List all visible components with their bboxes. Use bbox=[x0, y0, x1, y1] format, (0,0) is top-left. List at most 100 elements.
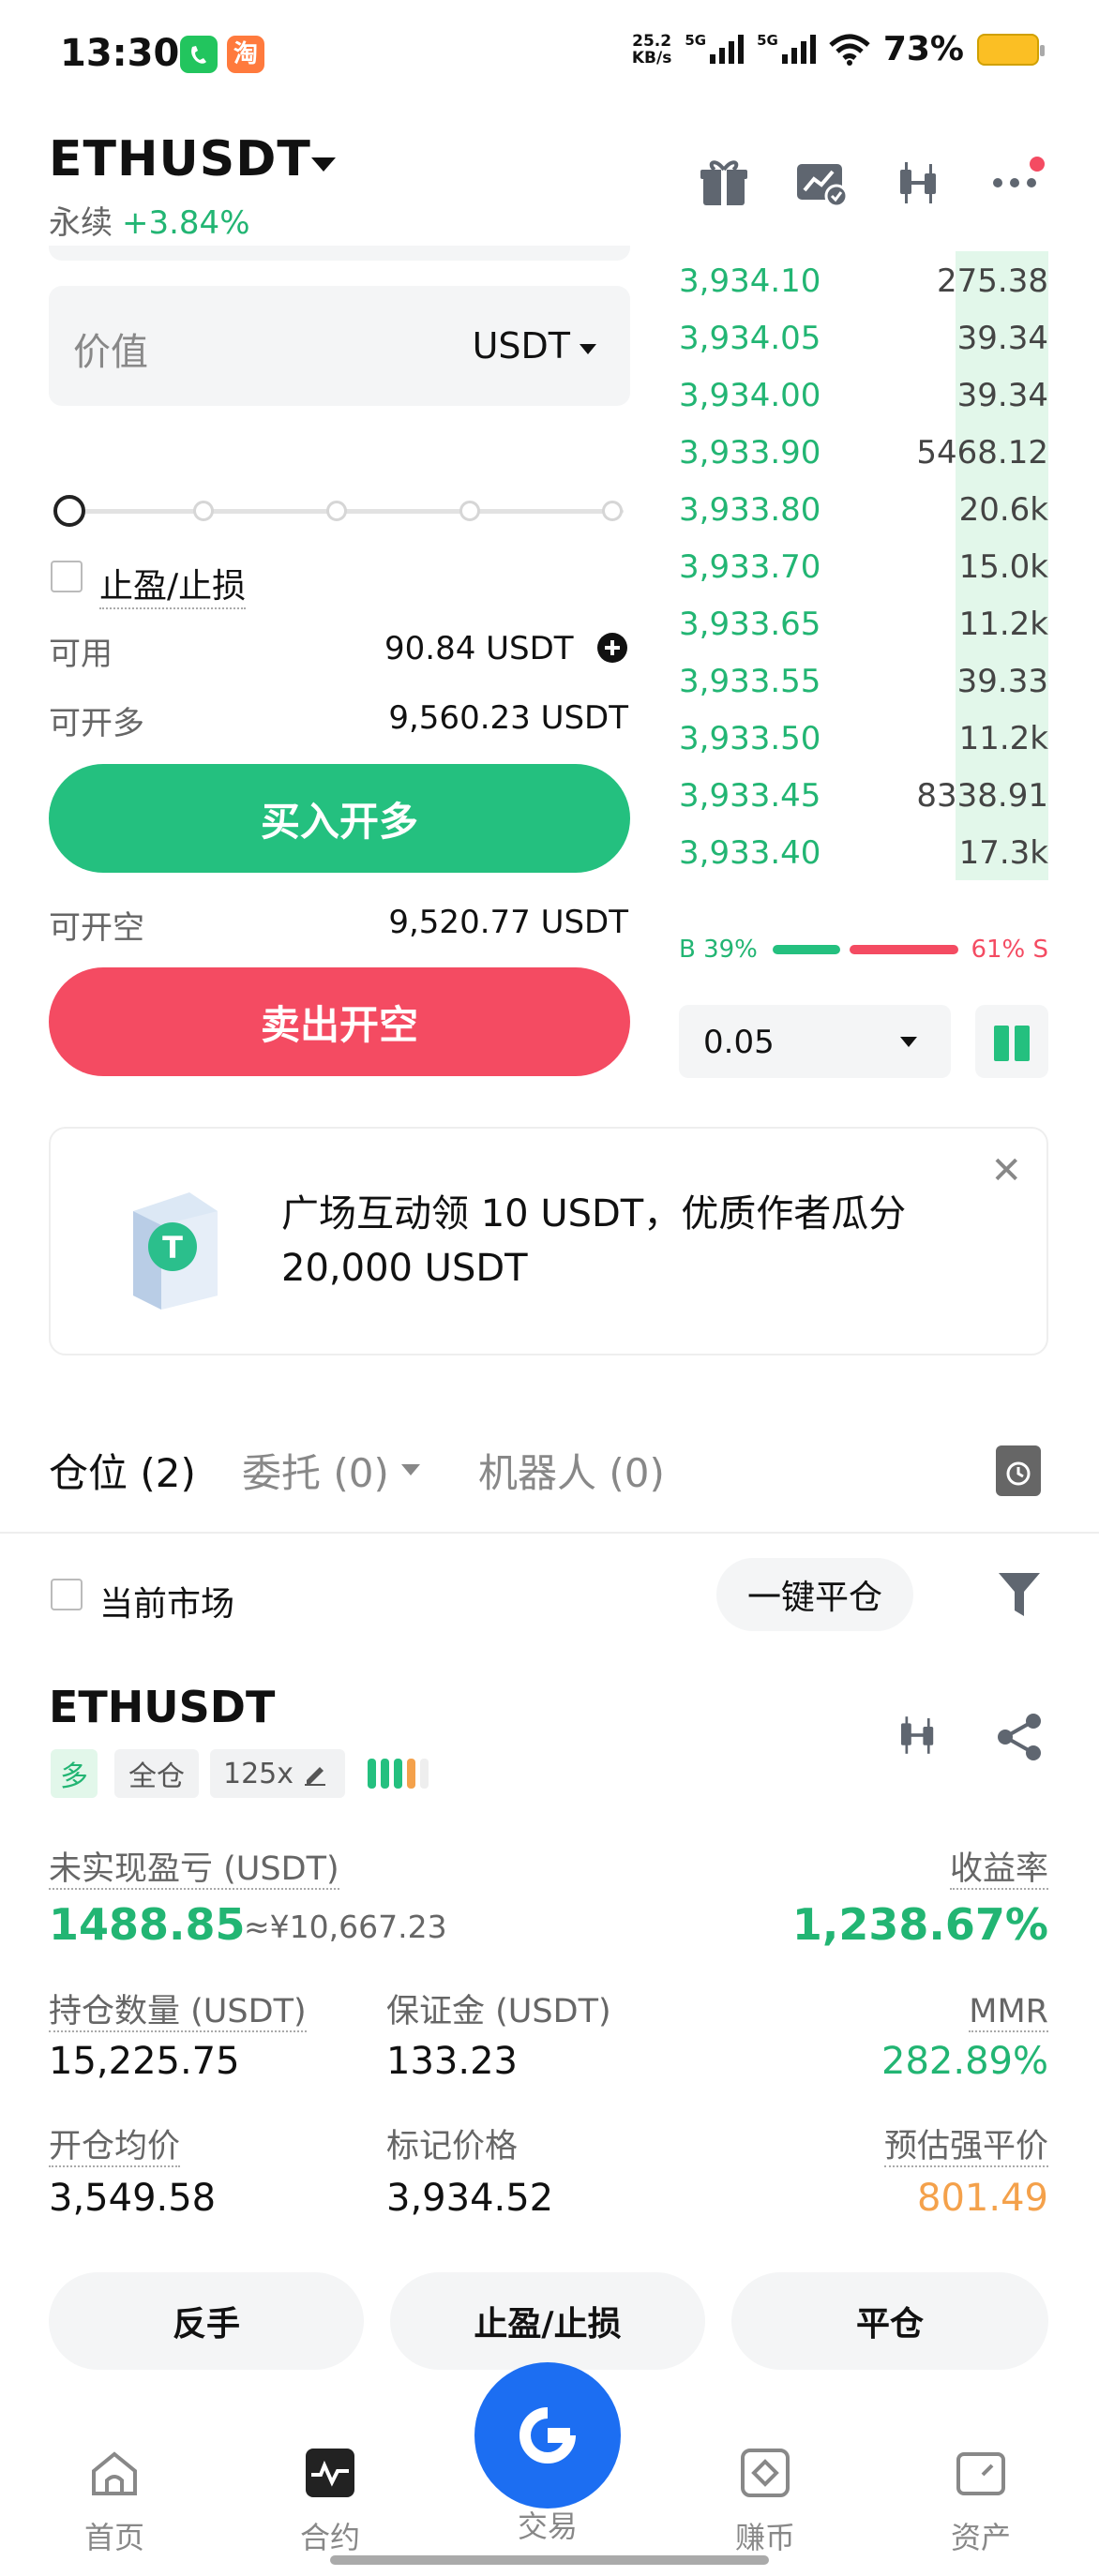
signal-1-icon: 5G bbox=[685, 32, 745, 64]
home-indicator bbox=[330, 2555, 769, 2565]
nav-futures[interactable]: 合约 bbox=[274, 2447, 386, 2557]
chart-settings-icon[interactable] bbox=[793, 155, 850, 211]
home-icon bbox=[92, 2451, 137, 2495]
caret-down-icon[interactable] bbox=[311, 157, 336, 172]
order-book-row[interactable]: 3,933.45 8338.91 bbox=[679, 766, 1048, 823]
promo-text: 广场互动领 10 USDT，优质作者瓜分 20,000 USDT bbox=[281, 1192, 907, 1290]
history-icon[interactable] bbox=[996, 1445, 1041, 1496]
net-speed-unit: KB/s bbox=[631, 48, 672, 67]
status-bar: 13:30 淘 25.2 KB/s 5G 5G 73% bbox=[0, 0, 1099, 108]
close-icon[interactable]: ✕ bbox=[990, 1149, 1022, 1192]
unit-selector[interactable]: USDT bbox=[473, 325, 570, 367]
ask-price: 3,933.55 bbox=[679, 663, 821, 700]
order-book-row[interactable]: 3,933.50 11.2k bbox=[679, 709, 1048, 766]
nav-earn[interactable]: 赚币 bbox=[709, 2447, 821, 2557]
wallet-icon bbox=[956, 2452, 1005, 2495]
ask-price: 3,933.50 bbox=[679, 720, 821, 757]
close-position-button[interactable]: 平仓 bbox=[731, 2272, 1048, 2370]
buy-ratio-bar bbox=[773, 945, 840, 954]
value-input[interactable]: 价值 USDT bbox=[49, 286, 630, 406]
caret-down-icon[interactable] bbox=[580, 344, 596, 354]
slider-handle[interactable] bbox=[53, 495, 85, 527]
nav-assets[interactable]: 资产 bbox=[925, 2447, 1037, 2557]
net-speed: 25.2 KB/s bbox=[632, 33, 671, 67]
order-book-row[interactable]: 3,933.55 39.33 bbox=[679, 651, 1048, 709]
order-book-row[interactable]: 3,934.10 275.38 bbox=[679, 251, 1048, 308]
amount-slider[interactable] bbox=[53, 495, 624, 527]
slider-stop-100[interactable] bbox=[602, 501, 623, 521]
slider-stop-25[interactable] bbox=[193, 501, 214, 521]
open-short-value: 9,520.77 USDT bbox=[388, 904, 628, 941]
taobao-icon: 淘 bbox=[227, 36, 264, 73]
status-time: 13:30 bbox=[60, 32, 180, 75]
reverse-button[interactable]: 反手 bbox=[49, 2272, 364, 2370]
nav-home-label: 首页 bbox=[83, 2520, 144, 2555]
pair-selector[interactable]: ETHUSDT bbox=[49, 131, 311, 187]
tab-bots[interactable]: 机器人 (0) bbox=[478, 1442, 665, 1499]
nav-home[interactable]: 首页 bbox=[58, 2447, 171, 2557]
candlestick-icon[interactable] bbox=[891, 155, 947, 211]
order-book-row[interactable]: 3,933.65 11.2k bbox=[679, 594, 1048, 651]
tpsl-button[interactable]: 止盈/止损 bbox=[390, 2272, 705, 2370]
open-short-label: 可开空 bbox=[49, 909, 144, 947]
precision-selector[interactable]: 0.05 bbox=[679, 1005, 951, 1078]
nav-trade[interactable]: 交易 bbox=[491, 2503, 604, 2546]
ask-quantity: 11.2k bbox=[958, 606, 1048, 643]
ask-price: 3,933.45 bbox=[679, 777, 821, 815]
tpsl-checkbox[interactable] bbox=[51, 561, 83, 592]
position-symbol[interactable]: ETHUSDT bbox=[49, 1682, 275, 1732]
leverage-badge[interactable]: 125x bbox=[210, 1749, 345, 1798]
order-book-row[interactable]: 3,934.00 39.34 bbox=[679, 366, 1048, 423]
slider-stop-50[interactable] bbox=[326, 501, 347, 521]
sell-short-button[interactable]: 卖出开空 bbox=[49, 967, 630, 1076]
ask-quantity: 275.38 bbox=[937, 262, 1048, 300]
order-book: 3,934.10 275.38 3,934.05 39.34 3,934.00 39.34… bbox=[679, 251, 1048, 898]
share-icon[interactable] bbox=[994, 1712, 1045, 1762]
mmr-value: 282.89% bbox=[881, 2040, 1048, 2083]
tabs-divider bbox=[0, 1532, 1099, 1534]
wechat-icon bbox=[180, 36, 218, 73]
signal-2-label: 5G bbox=[757, 32, 778, 49]
order-book-row[interactable]: 3,933.90 5468.12 bbox=[679, 423, 1048, 480]
promo-banner[interactable]: T 广场互动领 10 USDT，优质作者瓜分 20,000 USDT ✕ bbox=[49, 1127, 1048, 1355]
ask-price: 3,933.65 bbox=[679, 606, 821, 643]
buy-ratio-label: B 39% bbox=[679, 936, 758, 964]
roe-value: 1,238.67% bbox=[791, 1899, 1048, 1950]
caret-down-icon[interactable] bbox=[401, 1464, 420, 1475]
ask-quantity: 20.6k bbox=[958, 491, 1048, 529]
add-funds-icon[interactable] bbox=[596, 632, 628, 664]
ask-quantity: 8338.91 bbox=[916, 777, 1048, 815]
trade-logo-icon bbox=[519, 2407, 576, 2464]
trade-fab[interactable] bbox=[474, 2362, 621, 2509]
buy-long-button[interactable]: 买入开多 bbox=[49, 764, 630, 873]
tab-positions[interactable]: 仓位 (2) bbox=[49, 1442, 196, 1499]
more-icon[interactable] bbox=[988, 155, 1045, 211]
order-book-row[interactable]: 3,933.70 15.0k bbox=[679, 537, 1048, 594]
margin-mode-badge: 全仓 bbox=[114, 1749, 199, 1798]
order-book-row[interactable]: 3,933.40 17.3k bbox=[679, 823, 1048, 880]
edit-icon[interactable] bbox=[303, 1761, 327, 1786]
value-input-label: 价值 bbox=[73, 331, 148, 374]
contract-type: 永续 bbox=[49, 204, 113, 242]
close-all-button[interactable]: 一键平仓 bbox=[716, 1558, 913, 1631]
nav-assets-label: 资产 bbox=[950, 2520, 1011, 2555]
battery-percent: 73% bbox=[882, 30, 964, 68]
signal-1-label: 5G bbox=[685, 32, 707, 49]
current-market-label[interactable]: 当前市场 bbox=[99, 1577, 234, 1625]
order-book-row[interactable]: 3,934.05 39.34 bbox=[679, 308, 1048, 366]
book-layout-icon[interactable] bbox=[975, 1005, 1048, 1078]
slider-stop-75[interactable] bbox=[459, 501, 480, 521]
gift-icon[interactable] bbox=[696, 155, 752, 211]
current-market-checkbox[interactable] bbox=[51, 1579, 83, 1610]
nav-earn-label: 赚币 bbox=[734, 2520, 795, 2555]
margin-value: 133.23 bbox=[386, 2040, 518, 2083]
unrealized-pnl: 1488.85 bbox=[49, 1899, 246, 1950]
filter-icon[interactable] bbox=[996, 1569, 1043, 1620]
tab-orders[interactable]: 委托 (0) bbox=[242, 1442, 389, 1499]
caret-down-icon[interactable] bbox=[900, 1037, 917, 1047]
candlestick-icon[interactable] bbox=[893, 1710, 943, 1760]
tpsl-label[interactable]: 止盈/止损 bbox=[99, 559, 247, 609]
order-book-row[interactable]: 3,933.80 20.6k bbox=[679, 480, 1048, 537]
mmr-label: MMR bbox=[969, 1993, 1048, 2032]
entry-price-value: 3,549.58 bbox=[49, 2177, 217, 2220]
